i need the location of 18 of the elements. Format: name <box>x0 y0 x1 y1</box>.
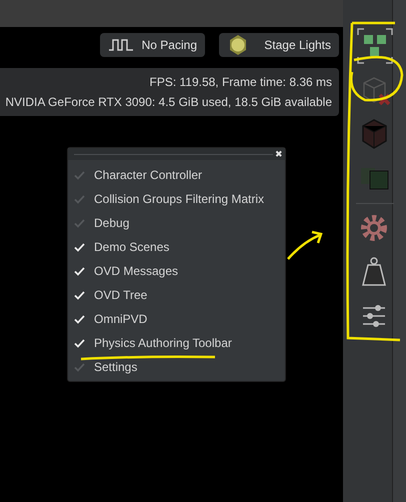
menu-item[interactable]: OVD Messages <box>68 259 285 283</box>
menu-item[interactable]: OmniPVD <box>68 307 285 331</box>
menu-item[interactable]: Debug <box>68 211 285 235</box>
menu-item[interactable]: Physics Authoring Toolbar <box>68 331 285 355</box>
select-cubes-icon <box>356 27 394 65</box>
lights-button[interactable]: Stage Lights <box>219 33 339 57</box>
fps-readout: FPS: 119.58, Frame time: 8.36 ms <box>149 74 332 91</box>
pulse-icon <box>108 38 134 52</box>
pacing-button[interactable]: No Pacing <box>100 33 205 57</box>
menu-item[interactable]: Settings <box>68 355 285 379</box>
toolbar-button[interactable] <box>356 27 394 65</box>
menu-item[interactable]: Demo Scenes <box>68 235 285 259</box>
menu-item[interactable]: Character Controller <box>68 163 285 187</box>
menu-item[interactable]: OVD Tree <box>68 283 285 307</box>
light-icon <box>227 34 249 56</box>
close-button[interactable]: ✖ <box>275 149 283 159</box>
menu-item[interactable]: Collision Groups Filtering Matrix <box>68 187 285 211</box>
gpu-memory-readout: NVIDIA GeForce RTX 3090: 4.5 GiB used, 18.5 GiB available <box>5 94 332 111</box>
